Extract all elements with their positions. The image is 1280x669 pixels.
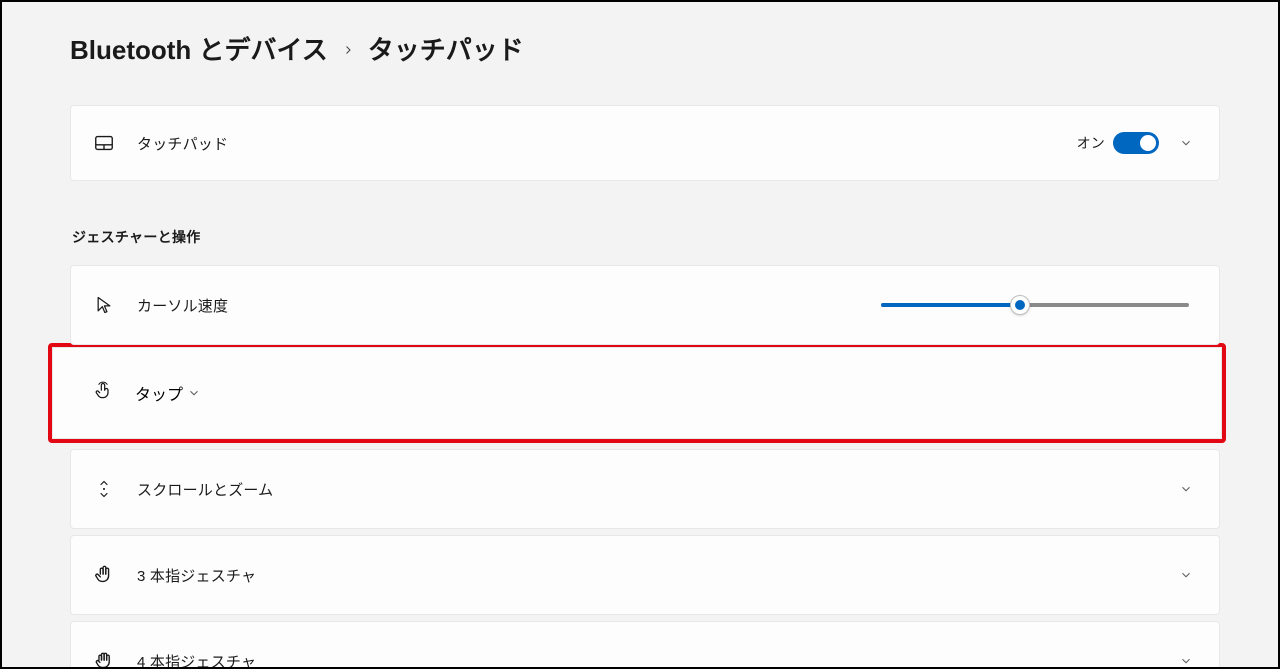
tap-row-highlight: タップ	[48, 343, 1226, 443]
chevron-right-icon	[342, 40, 354, 61]
scroll-icon	[93, 478, 115, 500]
four-finger-row[interactable]: 4 本指ジェスチャ	[70, 621, 1220, 669]
touchpad-toggle[interactable]	[1113, 132, 1159, 154]
scroll-zoom-row[interactable]: スクロールとズーム	[70, 449, 1220, 529]
cursor-speed-row: カーソル速度	[70, 265, 1220, 345]
hand-three-icon	[93, 564, 115, 586]
hand-four-icon	[93, 650, 115, 669]
breadcrumb-parent[interactable]: Bluetooth とデバイス	[70, 30, 328, 67]
cursor-icon	[93, 294, 115, 316]
chevron-down-icon[interactable]	[1175, 478, 1197, 500]
touchpad-master-label: タッチパッド	[137, 133, 1077, 154]
touchpad-master-row[interactable]: タッチパッド オン	[70, 105, 1220, 181]
three-finger-row[interactable]: 3 本指ジェスチャ	[70, 535, 1220, 615]
window-frame: Bluetooth とデバイス タッチパッド タッチパッド オン	[0, 0, 1280, 669]
breadcrumb: Bluetooth とデバイス タッチパッド	[70, 30, 1220, 67]
toggle-state-label: オン	[1077, 133, 1105, 153]
cursor-speed-slider[interactable]	[881, 294, 1189, 316]
chevron-down-icon[interactable]	[183, 382, 205, 404]
cursor-speed-label: カーソル速度	[137, 295, 881, 316]
three-finger-label: 3 本指ジェスチャ	[137, 565, 1175, 586]
chevron-down-icon[interactable]	[1175, 650, 1197, 669]
four-finger-label: 4 本指ジェスチャ	[137, 651, 1175, 669]
tap-row[interactable]: タップ	[52, 347, 1222, 439]
tap-label: タップ	[135, 381, 183, 405]
tap-icon	[93, 381, 113, 406]
gestures-section-title: ジェスチャーと操作	[72, 227, 1220, 247]
gestures-group: カーソル速度 タップ	[70, 265, 1220, 669]
chevron-down-icon[interactable]	[1175, 564, 1197, 586]
chevron-down-icon[interactable]	[1175, 132, 1197, 154]
settings-page: Bluetooth とデバイス タッチパッド タッチパッド オン	[2, 2, 1278, 669]
touchpad-icon	[93, 132, 115, 154]
breadcrumb-current: タッチパッド	[368, 30, 524, 67]
scroll-zoom-label: スクロールとズーム	[137, 479, 1175, 500]
